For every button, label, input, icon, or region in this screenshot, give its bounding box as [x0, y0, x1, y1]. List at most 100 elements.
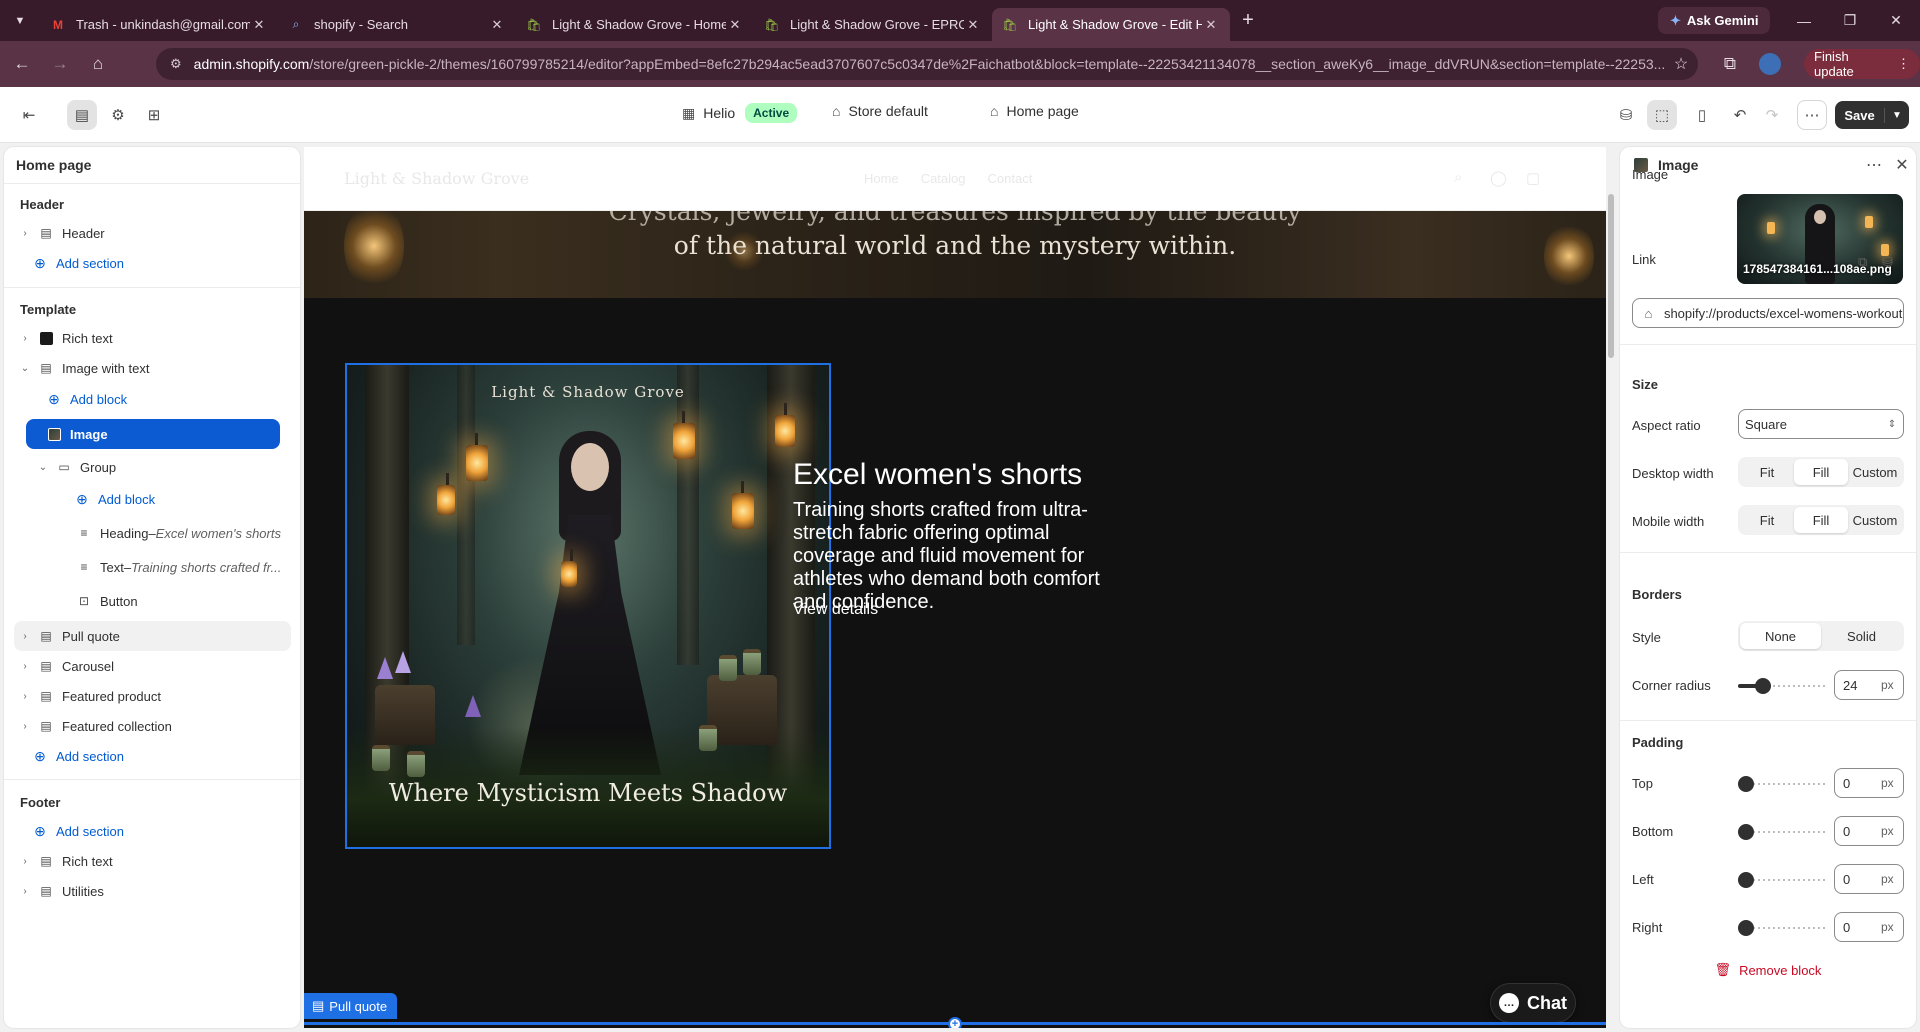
- padding-bottom-input[interactable]: 0 px: [1834, 816, 1904, 846]
- close-tab-icon[interactable]: ✕: [964, 17, 982, 33]
- url-field[interactable]: ⚙ admin.shopify.com/store/green-pickle-2…: [156, 48, 1698, 80]
- mobile-width-fit[interactable]: Fit: [1740, 507, 1794, 533]
- selected-image-block[interactable]: Light & Shadow Grove Where Mysticism Mee…: [345, 363, 831, 849]
- block-group[interactable]: ⌄ ▭ Group: [36, 453, 286, 481]
- padding-top-slider[interactable]: [1738, 776, 1826, 792]
- block-text[interactable]: ≡ Text – Training shorts crafted fr...: [70, 553, 296, 581]
- mobile-preview-icon[interactable]: ▯: [1687, 100, 1717, 130]
- more-actions-icon[interactable]: ⋯: [1797, 100, 1827, 130]
- redo-icon[interactable]: ↷: [1757, 100, 1787, 130]
- corner-radius-slider[interactable]: [1738, 678, 1826, 694]
- site-info-icon[interactable]: ⚙: [170, 56, 182, 72]
- restore-icon[interactable]: ❐: [1827, 0, 1873, 41]
- theme-selector[interactable]: ▦ Helio Active: [682, 103, 798, 123]
- back-icon[interactable]: ←: [6, 48, 38, 80]
- extensions-icon[interactable]: ⧉: [1714, 48, 1746, 80]
- desktop-width-fill[interactable]: Fill: [1794, 459, 1848, 485]
- browser-tab[interactable]: ⌕ shopify - Search ✕: [278, 8, 516, 41]
- page-selector[interactable]: ⌂ Home page: [990, 103, 1079, 119]
- rich-text-banner[interactable]: Crystals, jewelry, and treasures inspire…: [304, 211, 1606, 298]
- close-icon[interactable]: ✕: [1888, 155, 1916, 175]
- finish-update-button[interactable]: Finish update ⋮: [1804, 49, 1920, 79]
- aspect-ratio-select[interactable]: Square ⇕: [1738, 409, 1904, 439]
- minimize-icon[interactable]: —: [1781, 0, 1827, 41]
- store-context-selector[interactable]: ⌂ Store default: [832, 103, 928, 119]
- section-utilities[interactable]: › ▤ Utilities: [18, 877, 288, 905]
- section-footer-rich-text[interactable]: › ▤ Rich text: [18, 847, 288, 875]
- border-style-solid[interactable]: Solid: [1821, 623, 1902, 649]
- close-tab-icon[interactable]: ✕: [488, 17, 506, 33]
- slider-knob[interactable]: [1755, 678, 1771, 694]
- ask-gemini-button[interactable]: ✦ Ask Gemini: [1658, 7, 1771, 34]
- padding-bottom-slider[interactable]: [1738, 824, 1826, 840]
- add-block-image-with-text[interactable]: ⊕ Add block: [40, 385, 127, 413]
- chevron-right-icon[interactable]: ›: [18, 691, 32, 702]
- mobile-width-fill[interactable]: Fill: [1794, 507, 1848, 533]
- corner-radius-input[interactable]: 24 px: [1834, 670, 1904, 700]
- chevron-down-icon[interactable]: ⌄: [36, 462, 50, 473]
- chevron-right-icon[interactable]: ›: [18, 631, 32, 642]
- chevron-right-icon[interactable]: ›: [18, 856, 32, 867]
- new-tab-button[interactable]: +: [1230, 9, 1266, 32]
- section-featured-collection[interactable]: › ▤ Featured collection: [18, 712, 288, 740]
- close-window-icon[interactable]: ✕: [1873, 0, 1919, 41]
- padding-left-slider[interactable]: [1738, 872, 1826, 888]
- remove-block-button[interactable]: 🗑 Remove block: [1620, 962, 1916, 978]
- view-details-button[interactable]: View details: [793, 601, 878, 619]
- browser-tab[interactable]: 🛍 Light & Shadow Grove - Home ✕: [516, 8, 754, 41]
- image-picker[interactable]: 178547384161...108ae.png: [1737, 194, 1903, 284]
- chat-button[interactable]: … Chat: [1490, 983, 1576, 1023]
- add-section-header[interactable]: ⊕ Add section: [26, 249, 124, 277]
- chevron-right-icon[interactable]: ›: [18, 228, 32, 239]
- chevron-down-icon[interactable]: ▼: [1885, 110, 1909, 121]
- mobile-width-custom[interactable]: Custom: [1848, 507, 1902, 533]
- browser-tab-active[interactable]: 🛍 Light & Shadow Grove - Edit He ✕: [992, 8, 1230, 41]
- inspector-select-icon[interactable]: ⬚: [1647, 100, 1677, 130]
- bookmark-star-icon[interactable]: ☆: [1664, 54, 1698, 74]
- section-featured-product[interactable]: › ▤ Featured product: [18, 682, 288, 710]
- undo-icon[interactable]: ↶: [1725, 100, 1755, 130]
- scrollbar-thumb[interactable]: [1608, 194, 1614, 358]
- store-header-preview[interactable]: Light & Shadow Grove Home Catalog Contact …: [304, 147, 1606, 211]
- profile-avatar[interactable]: [1754, 48, 1786, 80]
- preview-canvas[interactable]: Light & Shadow Grove Home Catalog Contact …: [304, 147, 1606, 1028]
- browser-tab[interactable]: M Trash - unkindash@gmail.com ✕: [40, 8, 278, 41]
- chevron-right-icon[interactable]: ›: [18, 721, 32, 732]
- chevron-right-icon[interactable]: ›: [18, 661, 32, 672]
- link-input[interactable]: ⌂ shopify://products/excel-womens-workou…: [1632, 298, 1904, 328]
- forward-icon[interactable]: →: [44, 48, 76, 80]
- section-pull-quote[interactable]: › ▤ Pull quote: [14, 621, 291, 651]
- add-block-group[interactable]: ⊕ Add block: [68, 485, 155, 513]
- apps-icon[interactable]: ⊞: [139, 100, 169, 130]
- block-heading[interactable]: ≡ Heading – Excel women's shorts: [70, 519, 296, 547]
- home-icon[interactable]: ⌂: [82, 48, 114, 80]
- border-style-none[interactable]: None: [1740, 623, 1821, 649]
- sections-icon[interactable]: ▤: [67, 100, 97, 130]
- section-header[interactable]: › ▤ Header: [18, 219, 288, 247]
- save-button[interactable]: Save ▼: [1835, 101, 1909, 129]
- close-tab-icon[interactable]: ✕: [250, 17, 268, 33]
- external-link-icon[interactable]: ⧉: [1858, 254, 1867, 270]
- tab-search-menu-icon[interactable]: ▼: [0, 0, 40, 41]
- block-image[interactable]: Image: [26, 419, 280, 449]
- exit-icon[interactable]: ⇤: [14, 100, 44, 130]
- chevron-right-icon[interactable]: ›: [18, 886, 32, 897]
- padding-right-input[interactable]: 0 px: [1834, 912, 1904, 942]
- more-actions-icon[interactable]: ⋯: [1860, 155, 1888, 175]
- padding-top-input[interactable]: 0 px: [1834, 768, 1904, 798]
- close-tab-icon[interactable]: ✕: [726, 17, 744, 33]
- add-section-template[interactable]: ⊕ Add section: [26, 742, 124, 770]
- chevron-down-icon[interactable]: ⌄: [18, 363, 32, 374]
- database-icon[interactable]: ⛁: [1611, 100, 1641, 130]
- pull-quote-section-tag[interactable]: ▤ Pull quote: [304, 993, 398, 1019]
- padding-left-input[interactable]: 0 px: [1834, 864, 1904, 894]
- insert-section-icon[interactable]: +: [948, 1017, 962, 1028]
- padding-right-slider[interactable]: [1738, 920, 1826, 936]
- add-section-footer[interactable]: ⊕ Add section: [26, 817, 124, 845]
- canvas-scrollbar[interactable]: [1607, 147, 1615, 1028]
- desktop-width-fit[interactable]: Fit: [1740, 459, 1794, 485]
- chevron-right-icon[interactable]: ›: [18, 333, 32, 344]
- browser-tab[interactable]: 🛍 Light & Shadow Grove - EPROL ✕: [754, 8, 992, 41]
- section-image-with-text[interactable]: ⌄ ▤ Image with text: [18, 354, 288, 382]
- block-button[interactable]: ⊡ Button: [70, 587, 296, 615]
